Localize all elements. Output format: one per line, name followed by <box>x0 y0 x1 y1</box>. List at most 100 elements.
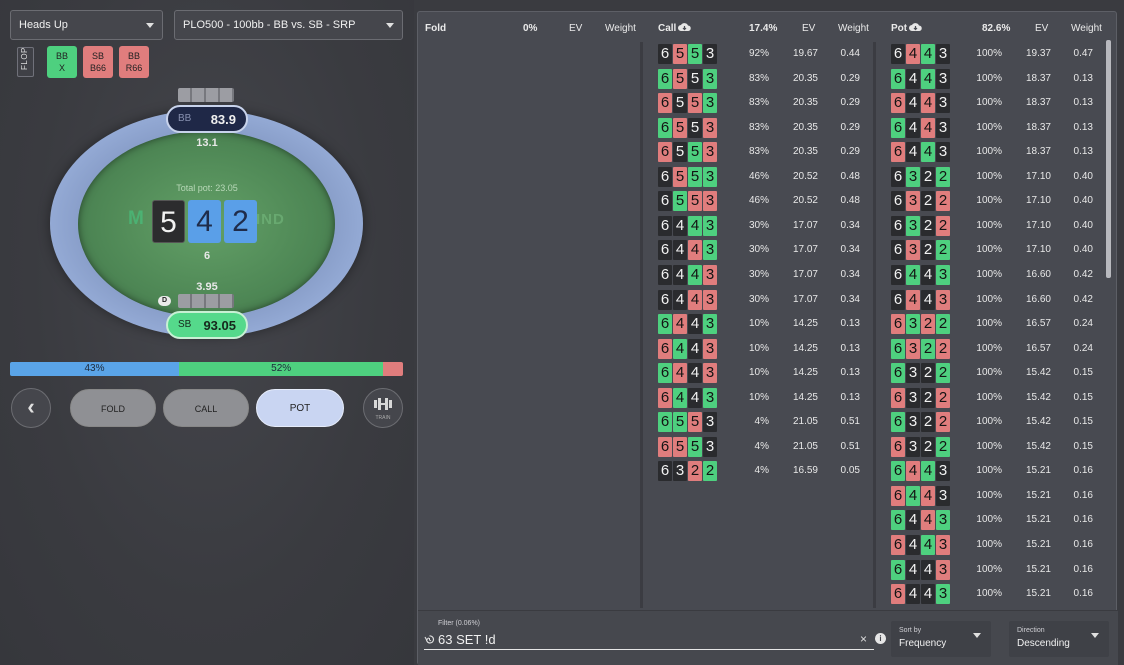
filter-input[interactable]: 63 SET !d <box>438 632 496 647</box>
seat-sb[interactable]: SB 93.05 <box>166 311 248 339</box>
hole-card: 3 <box>906 314 920 335</box>
frequency-cell: 100% <box>976 170 1002 182</box>
weight-cell: 0.48 <box>840 195 860 207</box>
game-mode-select[interactable]: Heads Up <box>10 10 163 40</box>
hole-card: 6 <box>891 461 905 482</box>
ev-cell: 20.35 <box>792 72 818 84</box>
weight-cell: 0.48 <box>840 170 860 182</box>
hole-card: 2 <box>921 338 935 359</box>
ev-cell: 15.42 <box>1025 440 1051 452</box>
hole-card: 4 <box>921 461 935 482</box>
history-icon[interactable] <box>424 634 435 645</box>
hole-card: 6 <box>658 314 672 335</box>
weight-cell: 0.29 <box>840 97 860 109</box>
hole-card: 6 <box>891 191 905 212</box>
frequency-cell: 100% <box>976 293 1002 305</box>
hole-card: 4 <box>906 44 920 64</box>
hole-card: 4 <box>673 387 687 408</box>
hole-card: 6 <box>891 510 905 531</box>
hole-card: 3 <box>703 363 717 384</box>
weight-cell: 0.13 <box>1073 146 1093 158</box>
action-frequency-bar: 43% 52% <box>10 362 403 376</box>
hole-card: 2 <box>936 363 950 384</box>
hole-card: 6 <box>891 264 905 285</box>
hole-card: 3 <box>906 436 920 457</box>
pot-button[interactable]: POT <box>256 389 344 427</box>
train-button-label: TRAIN <box>375 415 391 421</box>
fold-ev-header[interactable]: EV <box>569 23 582 34</box>
action-history-chip[interactable]: BB X <box>47 46 77 78</box>
cloud-download-icon[interactable] <box>678 22 691 33</box>
fold-button[interactable]: FOLD <box>70 389 156 427</box>
frequency-cell: 100% <box>976 318 1002 330</box>
hole-card: 4 <box>906 264 920 285</box>
clear-filter-icon[interactable]: × <box>860 632 867 646</box>
call-button[interactable]: CALL <box>163 389 249 427</box>
frequency-cell: 100% <box>976 72 1002 84</box>
frequency-cell: 46% <box>748 170 769 182</box>
bb-hole-cards <box>178 88 234 102</box>
ev-cell: 14.25 <box>792 367 818 379</box>
hole-card: 5 <box>673 166 687 187</box>
ev-cell: 18.37 <box>1025 97 1051 109</box>
hole-card: 3 <box>936 117 950 138</box>
chevron-left-icon: ‹ <box>27 394 35 419</box>
hole-card: 5 <box>688 191 702 212</box>
ev-cell: 14.25 <box>792 342 818 354</box>
ev-cell: 18.37 <box>1025 146 1051 158</box>
hole-card: 6 <box>891 314 905 335</box>
action-history-chip[interactable]: BB R66 <box>119 46 149 78</box>
direction-label: Direction <box>1017 627 1045 634</box>
hole-card: 4 <box>906 510 920 531</box>
hole-card: 6 <box>891 387 905 408</box>
hand-list[interactable]: 6 5 5 3 92% 19.67 0.44 6 5 5 3 83% 20.35 0.29 6 5 5 3 83% 2… <box>418 41 1118 609</box>
hole-card: 3 <box>703 191 717 212</box>
frequency-cell: 100% <box>976 440 1002 452</box>
back-button[interactable]: ‹ <box>11 388 51 428</box>
hole-card: 3 <box>703 314 717 335</box>
filter-underline <box>424 649 874 650</box>
action-history-chip[interactable]: SB B66 <box>83 46 113 78</box>
hole-card: 6 <box>658 117 672 138</box>
hole-card: 6 <box>658 93 672 114</box>
ev-cell: 15.21 <box>1025 489 1051 501</box>
hole-card: 4 <box>673 240 687 261</box>
frequency-cell: 100% <box>976 465 1002 477</box>
hole-card: 6 <box>658 461 672 482</box>
pot-column-pct: 82.6% <box>982 23 1011 34</box>
street-tag-label: FLOP <box>20 47 29 70</box>
ev-cell: 15.21 <box>1025 588 1051 600</box>
spot-select[interactable]: PLO500 - 100bb - BB vs. SB - SRP <box>174 10 403 40</box>
hole-card: 3 <box>906 191 920 212</box>
fold-weight-header[interactable]: Weight <box>605 23 636 34</box>
brand-watermark: M IND <box>128 208 284 230</box>
hole-card: 3 <box>703 240 717 261</box>
ev-cell: 15.42 <box>1025 367 1051 379</box>
direction-select[interactable]: Direction Descending <box>1009 621 1109 657</box>
train-button[interactable]: TRAIN <box>363 388 403 428</box>
hole-card: 5 <box>688 117 702 138</box>
frequency-segment: 43% <box>10 362 179 376</box>
direction-value: Descending <box>1017 638 1070 649</box>
hole-card: 6 <box>658 264 672 285</box>
hole-card: 3 <box>936 93 950 114</box>
hole-card: 5 <box>673 142 687 163</box>
frequency-cell: 10% <box>748 342 769 354</box>
info-icon[interactable]: i <box>875 633 886 644</box>
hole-card: 3 <box>906 412 920 433</box>
hole-card: 4 <box>921 68 935 89</box>
call-weight-header[interactable]: Weight <box>838 23 869 34</box>
hole-card: 3 <box>703 264 717 285</box>
call-ev-header[interactable]: EV <box>802 23 815 34</box>
pot-ev-header[interactable]: EV <box>1035 23 1048 34</box>
seat-bb[interactable]: BB 83.9 <box>166 105 248 133</box>
game-mode-value: Heads Up <box>19 19 68 31</box>
cloud-download-icon[interactable] <box>909 22 922 33</box>
weight-cell: 0.05 <box>840 465 860 477</box>
sort-by-value: Frequency <box>899 638 947 649</box>
sort-by-select[interactable]: Sort by Frequency <box>891 621 991 657</box>
weight-cell: 0.29 <box>840 146 860 158</box>
frequency-cell: 46% <box>748 195 769 207</box>
scrollbar[interactable] <box>1106 40 1111 278</box>
pot-weight-header[interactable]: Weight <box>1071 23 1102 34</box>
